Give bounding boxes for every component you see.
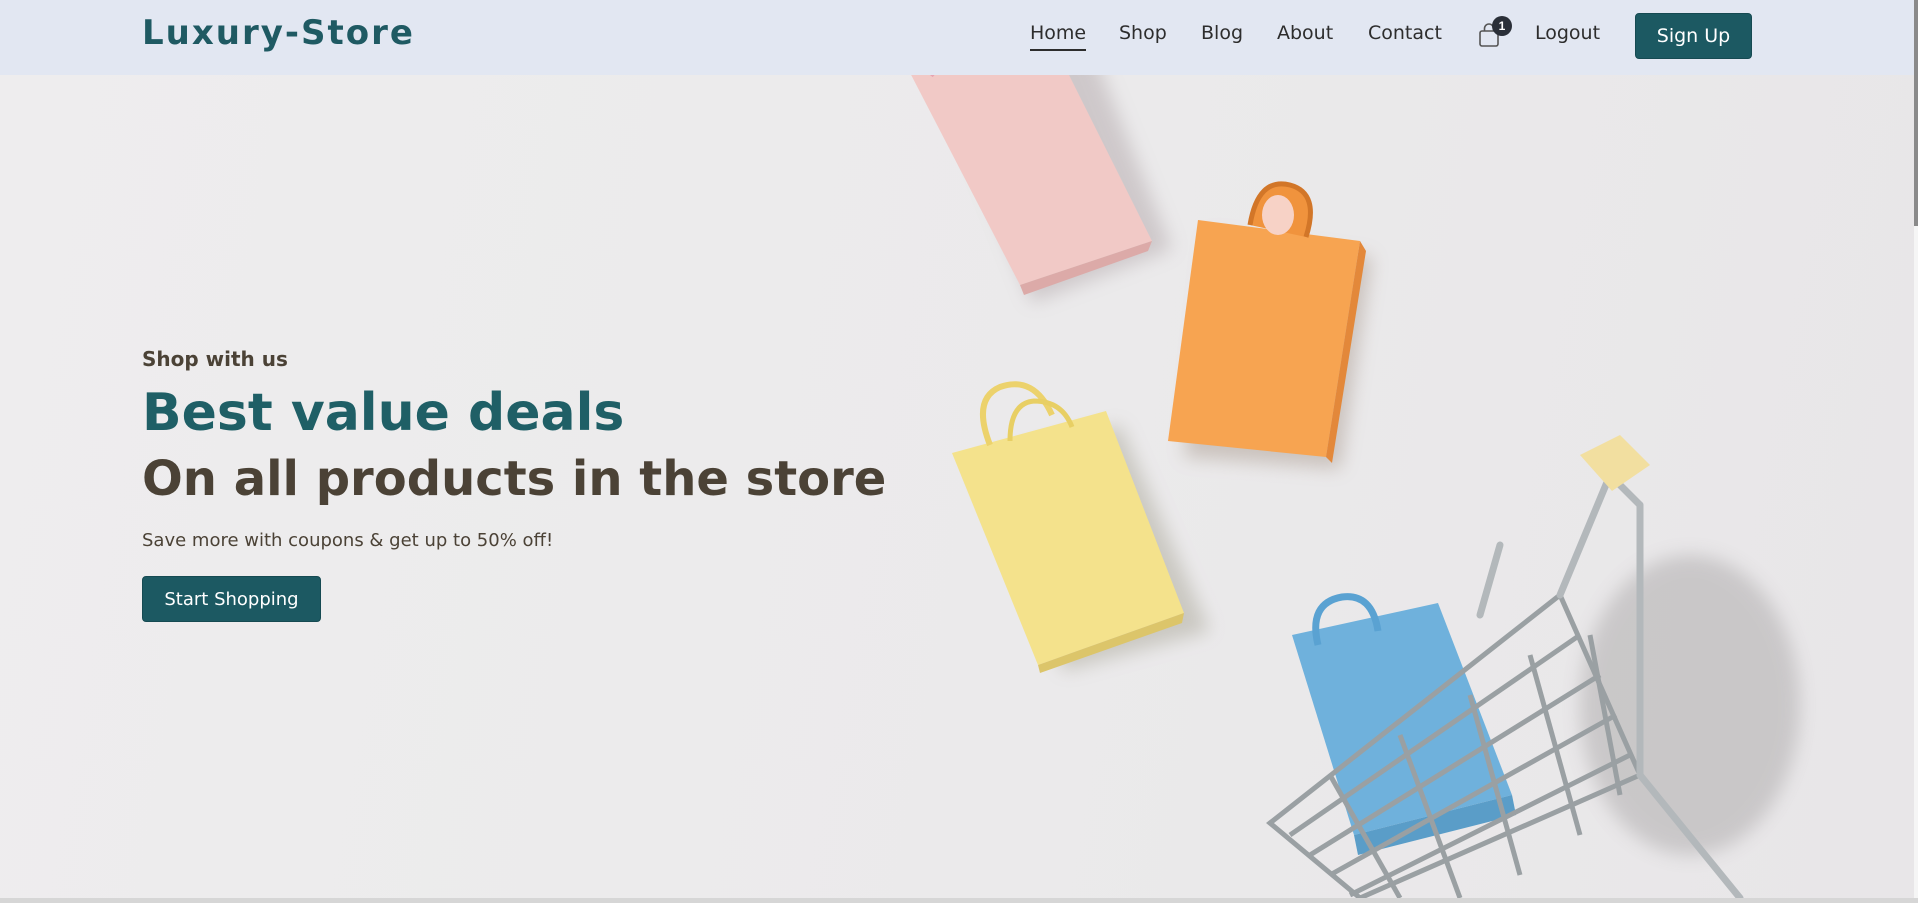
hero-eyebrow: Shop with us: [142, 347, 288, 371]
top-navbar: Luxury-Store Home Shop Blog About Contac…: [0, 0, 1918, 75]
bottom-divider: [0, 898, 1918, 903]
hero-tagline: Save more with coupons & get up to 50% o…: [142, 530, 554, 551]
nav-link-about[interactable]: About: [1277, 22, 1333, 44]
nav-link-contact[interactable]: Contact: [1368, 22, 1442, 44]
shopping-cart: [1266, 435, 1800, 898]
pink-bag: [911, 75, 1172, 303]
sign-up-button[interactable]: Sign Up: [1635, 13, 1752, 59]
nav-link-blog[interactable]: Blog: [1201, 22, 1243, 44]
hero-subheadline: On all products in the store: [142, 451, 887, 507]
hero-headline: Best value deals: [142, 383, 625, 443]
hero-section: Shop with us Best value deals On all pro…: [0, 75, 1918, 898]
orange-bag: [1168, 181, 1372, 469]
cart-button[interactable]: 1: [1478, 16, 1514, 50]
cart-handle: [1580, 435, 1650, 491]
scrollbar-thumb[interactable]: [1914, 0, 1918, 226]
cart-count-badge: 1: [1492, 16, 1512, 36]
blue-bag: [1292, 593, 1516, 855]
logout-link[interactable]: Logout: [1535, 22, 1600, 44]
nav-link-shop[interactable]: Shop: [1119, 22, 1167, 44]
brand-logo[interactable]: Luxury-Store: [142, 13, 415, 53]
nav-link-home[interactable]: Home: [1030, 22, 1087, 51]
start-shopping-button[interactable]: Start Shopping: [142, 576, 321, 622]
